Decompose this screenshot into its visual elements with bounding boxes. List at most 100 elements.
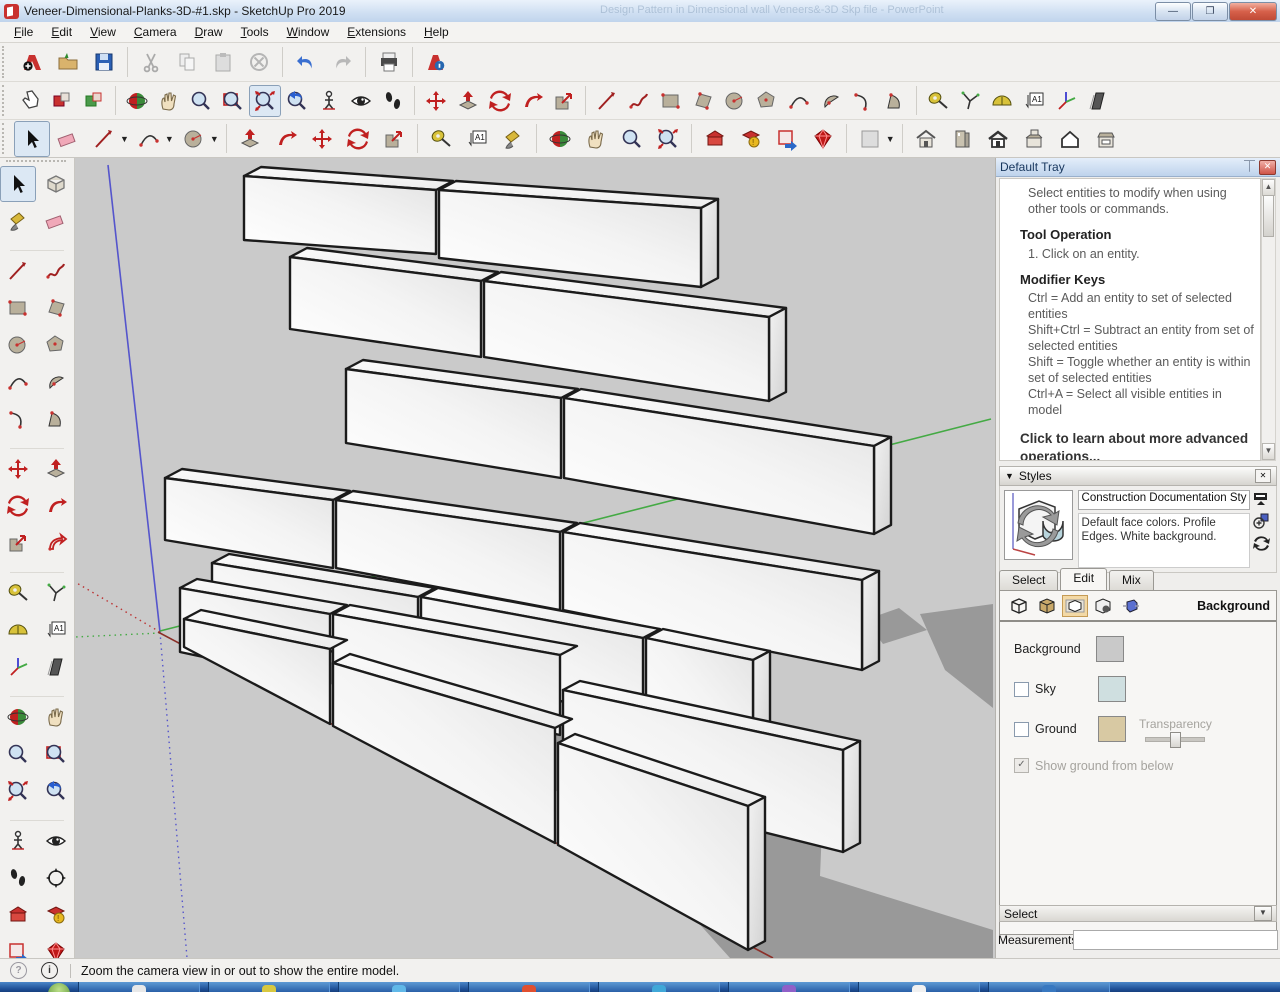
zoom-extents-icon[interactable] xyxy=(249,85,281,117)
start-orb-icon[interactable] xyxy=(48,983,70,992)
text-icon[interactable]: A1 xyxy=(1018,85,1050,117)
component-green-icon[interactable] xyxy=(78,85,110,117)
polygon-icon[interactable] xyxy=(38,327,74,363)
ground-checkbox[interactable] xyxy=(1014,722,1029,737)
axes-icon[interactable] xyxy=(1050,85,1082,117)
arc-dropdown-icon[interactable]: ▼ xyxy=(165,134,174,144)
rotated-rectangle-icon[interactable] xyxy=(687,85,719,117)
tape-measure-icon[interactable] xyxy=(423,121,459,157)
extension-warehouse-icon[interactable] xyxy=(805,121,841,157)
follow-me-icon[interactable] xyxy=(516,85,548,117)
face-settings-icon[interactable] xyxy=(1034,595,1060,617)
house-4-icon[interactable] xyxy=(1016,121,1052,157)
copy-icon[interactable] xyxy=(169,44,205,80)
arc-icon[interactable] xyxy=(131,121,167,157)
house-6-icon[interactable] xyxy=(1088,121,1124,157)
circle-icon[interactable] xyxy=(719,85,751,117)
menu-file[interactable]: File xyxy=(6,23,41,41)
arc-icon[interactable] xyxy=(783,85,815,117)
push-pull-icon[interactable] xyxy=(38,451,74,487)
windows-taskbar[interactable] xyxy=(0,982,1280,992)
zoom-previous-icon[interactable] xyxy=(38,773,74,809)
menu-tools[interactable]: Tools xyxy=(233,23,277,41)
orbit-icon[interactable] xyxy=(0,699,36,735)
geolocation-icon[interactable]: ? xyxy=(10,962,27,979)
cut-icon[interactable] xyxy=(133,44,169,80)
create-style-icon[interactable] xyxy=(1253,512,1270,529)
taskbar-app-button[interactable] xyxy=(598,982,720,992)
look-around-icon[interactable] xyxy=(38,823,74,859)
modeling-settings-icon[interactable] xyxy=(1118,595,1144,617)
line-dropdown-icon[interactable]: ▼ xyxy=(120,134,129,144)
house-3-icon[interactable] xyxy=(980,121,1016,157)
scale-icon[interactable] xyxy=(376,121,412,157)
menu-extensions[interactable]: Extensions xyxy=(339,23,414,41)
arc-sector-icon[interactable] xyxy=(879,85,911,117)
erase-command-icon[interactable] xyxy=(241,44,277,80)
style-description-input[interactable]: Default face colors. Profile Edges. Whit… xyxy=(1078,513,1251,568)
taskbar-app-button[interactable] xyxy=(728,982,850,992)
pie-icon[interactable] xyxy=(815,85,847,117)
menu-view[interactable]: View xyxy=(82,23,124,41)
menu-draw[interactable]: Draw xyxy=(187,23,231,41)
menu-window[interactable]: Window xyxy=(279,23,338,41)
paint-bucket-icon[interactable] xyxy=(0,203,36,239)
section-plane-icon[interactable] xyxy=(38,649,74,685)
warehouse-rate-icon[interactable]: ! xyxy=(733,121,769,157)
style-thumbnail[interactable] xyxy=(1004,490,1073,560)
eraser-icon[interactable] xyxy=(38,203,74,239)
rotated-rectangle-icon[interactable] xyxy=(38,290,74,326)
scroll-up-icon[interactable]: ▲ xyxy=(1262,179,1275,196)
arc-3pt-icon[interactable] xyxy=(847,85,879,117)
polygon-icon[interactable] xyxy=(751,85,783,117)
restore-button[interactable]: ❐ xyxy=(1192,2,1228,21)
edge-settings-icon[interactable] xyxy=(1006,595,1032,617)
push-pull-icon[interactable] xyxy=(232,121,268,157)
transparency-slider[interactable] xyxy=(1145,737,1205,742)
scroll-down-icon[interactable]: ▼ xyxy=(1262,443,1275,460)
make-component-icon[interactable] xyxy=(38,166,74,202)
line-icon[interactable] xyxy=(591,85,623,117)
zoom-previous-icon[interactable] xyxy=(281,85,313,117)
circle-icon[interactable] xyxy=(176,121,212,157)
warehouse-get-icon[interactable] xyxy=(697,121,733,157)
rotate-icon[interactable] xyxy=(0,488,36,524)
rectangle-icon[interactable] xyxy=(655,85,687,117)
warehouse-rate-icon[interactable]: ! xyxy=(38,897,74,933)
secondary-pane-icon[interactable] xyxy=(1253,492,1269,506)
house-2-icon[interactable] xyxy=(944,121,980,157)
dimension-icon[interactable] xyxy=(38,575,74,611)
follow-me-icon[interactable] xyxy=(268,121,304,157)
protractor-icon[interactable] xyxy=(0,612,36,648)
freehand-icon[interactable] xyxy=(38,253,74,289)
warehouse-share-icon[interactable] xyxy=(769,121,805,157)
arc-3pt-icon[interactable] xyxy=(0,401,36,437)
freehand-icon[interactable] xyxy=(623,85,655,117)
select-hand-icon[interactable] xyxy=(14,85,46,117)
protractor-icon[interactable] xyxy=(986,85,1018,117)
walk-icon[interactable] xyxy=(0,860,36,896)
menu-camera[interactable]: Camera xyxy=(126,23,185,41)
circle-icon[interactable] xyxy=(0,327,36,363)
zoom-extents-icon[interactable] xyxy=(0,773,36,809)
show-ground-checkbox[interactable]: ✓ xyxy=(1014,758,1029,773)
redo-icon[interactable] xyxy=(324,44,360,80)
follow-me-icon[interactable] xyxy=(38,488,74,524)
zoom-window-icon[interactable] xyxy=(217,85,249,117)
rotate-icon[interactable] xyxy=(340,121,376,157)
close-button[interactable]: ✕ xyxy=(1229,2,1277,21)
background-settings-icon[interactable] xyxy=(1062,595,1088,617)
pan-icon[interactable] xyxy=(153,85,185,117)
line-icon[interactable] xyxy=(0,253,36,289)
sky-color-swatch[interactable] xyxy=(1098,676,1126,702)
instructor-scrollbar[interactable]: ▲ ▼ xyxy=(1261,178,1276,461)
zoom-window-icon[interactable] xyxy=(38,736,74,772)
undo-icon[interactable] xyxy=(288,44,324,80)
dropdown-arrow-icon[interactable]: ▼ xyxy=(1254,906,1272,921)
circle-dropdown-icon[interactable]: ▼ xyxy=(210,134,219,144)
warehouse-get-icon[interactable] xyxy=(0,897,36,933)
styles-close-icon[interactable]: ✕ xyxy=(1255,469,1271,483)
taskbar-app-button[interactable] xyxy=(858,982,980,992)
scale-icon[interactable] xyxy=(0,525,36,561)
taskbar-app-button[interactable] xyxy=(468,982,590,992)
